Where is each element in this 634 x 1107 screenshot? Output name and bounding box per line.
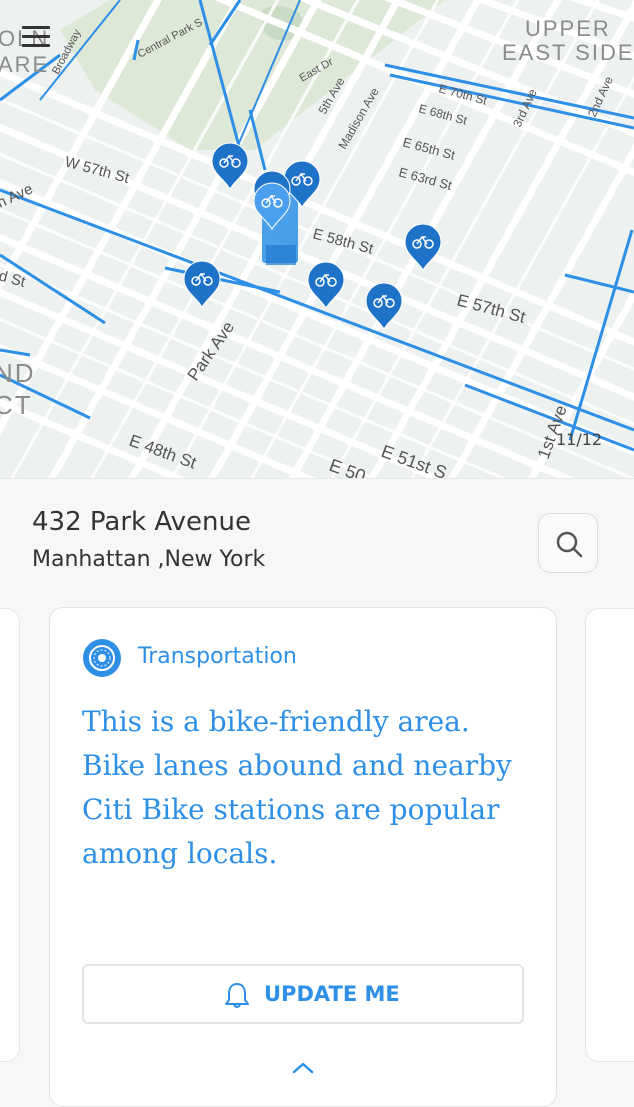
address-title: 432 Park Avenue xyxy=(32,507,251,537)
location-header: 432 Park Avenue Manhattan ,New York xyxy=(0,478,634,607)
search-button[interactable] xyxy=(538,513,598,573)
neighborhood-label: ND xyxy=(0,358,36,388)
neighborhood-label: CT xyxy=(0,390,33,420)
menu-icon[interactable] xyxy=(22,26,50,48)
neighborhood-label: ARE xyxy=(0,52,49,77)
next-card[interactable] xyxy=(585,608,634,1062)
update-me-label: UPDATE ME xyxy=(264,982,400,1006)
card-description: This is a bike-friendly area. Bike lanes… xyxy=(82,705,512,870)
chevron-up-icon[interactable] xyxy=(290,1060,316,1076)
info-card: Transportation This is a bike-friendly a… xyxy=(49,607,557,1107)
page-counter: 11/12 xyxy=(556,430,603,449)
transport-wheel-icon xyxy=(83,639,121,677)
map[interactable]: UPPER EAST SIDE OLN ARE ND CT Broadway Central … xyxy=(0,0,634,478)
bell-icon xyxy=(225,983,249,1008)
update-me-button[interactable]: UPDATE ME xyxy=(82,964,524,1024)
neighborhood-label: EAST SIDE xyxy=(502,40,634,65)
map-canvas[interactable]: UPPEREAST SIDEOLNARENDCTBroadway Central … xyxy=(0,0,634,478)
address-subtitle: Manhattan ,New York xyxy=(32,547,266,572)
neighborhood-label: UPPER xyxy=(525,16,611,41)
search-icon xyxy=(556,531,583,558)
previous-card[interactable] xyxy=(0,608,20,1062)
category-label: Transportation xyxy=(138,644,297,669)
